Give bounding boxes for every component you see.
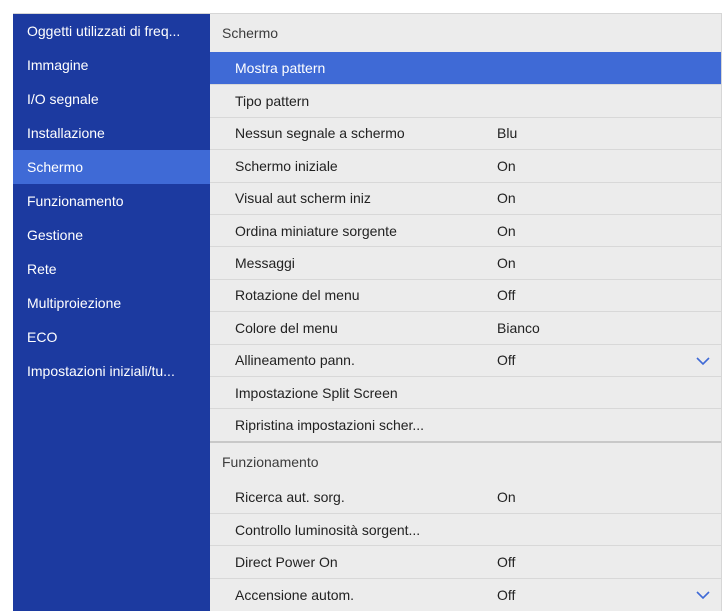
chevron-down-icon[interactable]	[695, 587, 711, 603]
menu-row-source-brightness-control[interactable]: Controllo luminosità sorgent...	[210, 513, 721, 545]
row-label: Messaggi	[235, 255, 295, 272]
row-value: Blu	[497, 125, 518, 142]
menu-row-startup-screen[interactable]: Schermo iniziale On	[210, 149, 721, 181]
menu-row-no-signal-display[interactable]: Nessun segnale a schermo Blu	[210, 116, 721, 149]
sidebar-item-network[interactable]: Rete	[13, 252, 210, 286]
row-value: On	[497, 222, 516, 239]
sidebar-item-frequently-used[interactable]: Oggetti utilizzati di freq...	[13, 14, 210, 48]
menu-row-auto-power-on[interactable]: Accensione autom. Off	[210, 577, 721, 610]
chevron-down-icon[interactable]	[695, 353, 711, 369]
row-label: Controllo luminosità sorgent...	[235, 521, 421, 538]
sidebar-item-image[interactable]: Immagine	[13, 48, 210, 82]
sidebar-item-management[interactable]: Gestione	[13, 218, 210, 252]
sidebar-item-eco[interactable]: ECO	[13, 320, 210, 354]
menu-row-auto-source-search[interactable]: Ricerca aut. sorg. On	[210, 481, 721, 513]
row-label: Visual aut scherm iniz	[235, 190, 371, 207]
menu-row-reset-display-settings[interactable]: Ripristina impostazioni scher...	[210, 408, 721, 440]
row-label: Ricerca aut. sorg.	[235, 488, 345, 505]
row-label: Schermo iniziale	[235, 157, 338, 174]
menu-row-menu-color[interactable]: Colore del menu Bianco	[210, 311, 721, 343]
menu-row-direct-power-on[interactable]: Direct Power On Off	[210, 545, 721, 577]
section-header-display: Schermo	[222, 25, 279, 41]
row-label: Rotazione del menu	[235, 287, 360, 304]
sidebar-item-operation[interactable]: Funzionamento	[13, 184, 210, 218]
row-label: Mostra pattern	[235, 60, 326, 77]
sidebar-item-initial-settings[interactable]: Impostazioni iniziali/tu...	[13, 354, 210, 388]
sidebar-item-multi-projection[interactable]: Multiproiezione	[13, 286, 210, 320]
row-value: On	[497, 255, 516, 272]
row-label: Ripristina impostazioni scher...	[235, 416, 425, 433]
menu-row-menu-rotation[interactable]: Rotazione del menu Off	[210, 278, 721, 311]
menu-row-pattern-type[interactable]: Tipo pattern	[210, 84, 721, 116]
sidebar-item-signal-io[interactable]: I/O segnale	[13, 82, 210, 116]
sidebar: Oggetti utilizzati di freq... Immagine I…	[13, 14, 210, 611]
row-value: Off	[497, 554, 516, 571]
row-value: Off	[497, 586, 516, 603]
menu-frame: Oggetti utilizzati di freq... Immagine I…	[13, 13, 722, 611]
row-label: Accensione autom.	[235, 586, 355, 603]
row-value: On	[497, 488, 516, 505]
menu-row-sort-source-thumbnails[interactable]: Ordina miniature sorgente On	[210, 213, 721, 246]
sidebar-item-display[interactable]: Schermo	[13, 150, 210, 184]
section-header-operation: Funzionamento	[222, 453, 319, 470]
row-label: Tipo pattern	[235, 93, 310, 110]
menu-row-messages[interactable]: Messaggi On	[210, 246, 721, 278]
row-value: Off	[497, 352, 516, 369]
menu-row-show-pattern[interactable]: Mostra pattern	[210, 52, 721, 85]
row-value: Off	[497, 287, 516, 304]
menu-row-auto-startup-display[interactable]: Visual aut scherm iniz On	[210, 181, 721, 214]
menu-row-panel-alignment[interactable]: Allineamento pann. Off	[210, 343, 721, 376]
settings-panel: Schermo Mostra pattern Tipo pattern Ness…	[210, 14, 721, 611]
row-label: Allineamento pann.	[235, 352, 355, 369]
menu-row-split-screen-setting[interactable]: Impostazione Split Screen	[210, 375, 721, 408]
row-value: On	[497, 190, 516, 207]
sidebar-item-installation[interactable]: Installazione	[13, 116, 210, 150]
row-label: Colore del menu	[235, 319, 338, 336]
row-value: Bianco	[497, 319, 540, 336]
row-label: Nessun segnale a schermo	[235, 125, 405, 142]
row-label: Direct Power On	[235, 554, 338, 571]
row-value: On	[497, 157, 516, 174]
row-label: Ordina miniature sorgente	[235, 222, 397, 239]
row-label: Impostazione Split Screen	[235, 384, 398, 401]
